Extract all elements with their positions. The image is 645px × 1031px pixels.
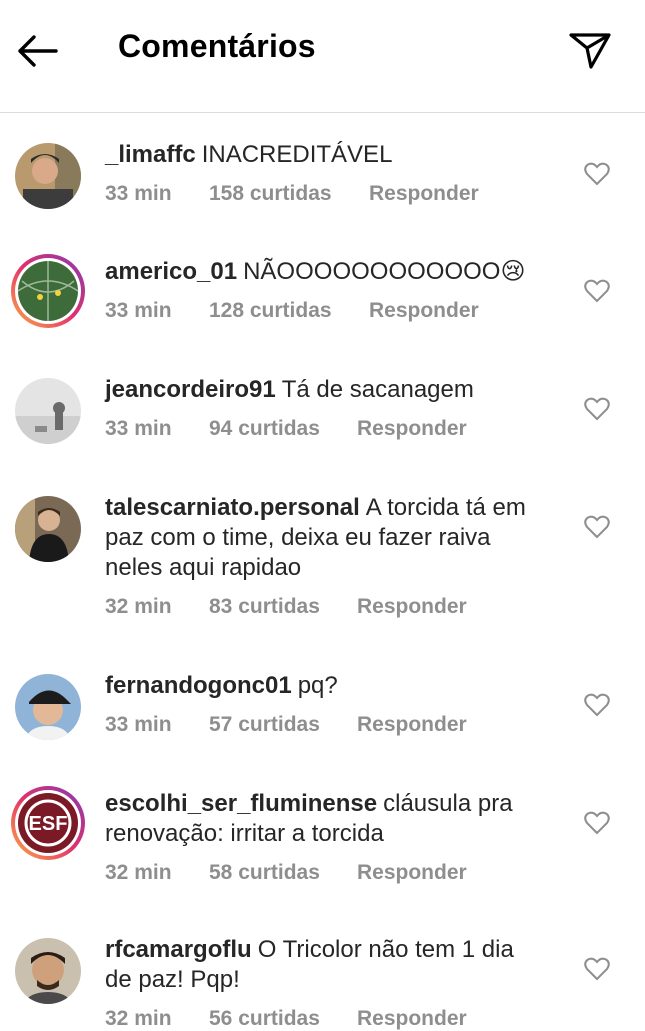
heart-icon[interactable] bbox=[584, 279, 610, 303]
comment-text: escolhi_ser_fluminense cláusula pra renov… bbox=[105, 789, 545, 849]
comment-text: americo_01 NÃOOOOOOOOOOOO😢 bbox=[105, 257, 545, 287]
reply-button[interactable]: Responder bbox=[369, 182, 479, 206]
comment-time: 33 min bbox=[105, 417, 172, 440]
like-count[interactable]: 158 curtidas bbox=[209, 182, 369, 206]
arrow-left-icon[interactable] bbox=[14, 28, 60, 74]
reply-button[interactable]: Responder bbox=[357, 417, 467, 441]
reply-button[interactable]: Responder bbox=[369, 299, 479, 323]
avatar[interactable] bbox=[15, 496, 81, 562]
comment-username[interactable]: talescarniato.personal bbox=[105, 494, 360, 521]
reply-button[interactable]: Responder bbox=[357, 713, 467, 737]
comment-username[interactable]: escolhi_ser_fluminense bbox=[105, 790, 377, 817]
heart-icon[interactable] bbox=[584, 811, 610, 835]
comment-text: fernandogonc01 pq? bbox=[105, 671, 545, 701]
heart-icon[interactable] bbox=[584, 515, 610, 539]
logo-text: ESF bbox=[29, 813, 68, 835]
comment-username[interactable]: rfcamargoflu bbox=[105, 936, 252, 963]
comment-meta: 32 min 83 curtidas Responder bbox=[105, 595, 467, 619]
reply-button[interactable]: Responder bbox=[357, 861, 467, 885]
comment-text: _limaffc INACREDITÁVEL bbox=[105, 140, 545, 170]
avatar[interactable] bbox=[10, 253, 86, 329]
comment-meta: 33 min 94 curtidas Responder bbox=[105, 417, 467, 441]
comment-username[interactable]: americo_01 bbox=[105, 258, 237, 285]
paper-plane-icon[interactable] bbox=[566, 26, 614, 74]
avatar[interactable] bbox=[15, 378, 81, 444]
reply-button[interactable]: Responder bbox=[357, 1007, 467, 1031]
comment-meta: 33 min 57 curtidas Responder bbox=[105, 713, 467, 737]
heart-icon[interactable] bbox=[584, 397, 610, 421]
comment-text: talescarniato.personal A torcida tá em pa… bbox=[105, 493, 545, 583]
comment-body: Tá de sacanagem bbox=[281, 376, 474, 403]
reply-button[interactable]: Responder bbox=[357, 595, 467, 619]
comment-time: 32 min bbox=[105, 861, 172, 884]
comment-body: INACREDITÁVEL bbox=[201, 141, 393, 168]
comment-text: jeancordeiro91 Tá de sacanagem bbox=[105, 375, 545, 405]
like-count[interactable]: 58 curtidas bbox=[209, 861, 357, 885]
comment-time: 33 min bbox=[105, 713, 172, 736]
comment-meta: 32 min 56 curtidas Responder bbox=[105, 1007, 467, 1031]
comment-time: 32 min bbox=[105, 1007, 172, 1030]
like-count[interactable]: 128 curtidas bbox=[209, 299, 369, 323]
comment-body: NÃOOOOOOOOOOOO😢 bbox=[243, 258, 526, 285]
like-count[interactable]: 83 curtidas bbox=[209, 595, 357, 619]
like-count[interactable]: 57 curtidas bbox=[209, 713, 357, 737]
top-bar: Comentários bbox=[0, 0, 645, 113]
comment-time: 33 min bbox=[105, 299, 172, 322]
comment-username[interactable]: jeancordeiro91 bbox=[105, 376, 276, 403]
comment-body: pq? bbox=[297, 672, 338, 699]
comment-time: 33 min bbox=[105, 182, 172, 205]
comment-meta: 33 min 158 curtidas Responder bbox=[105, 182, 479, 206]
avatar[interactable]: ESF bbox=[10, 785, 86, 861]
comment-text: rfcamargoflu O Tricolor não tem 1 dia de … bbox=[105, 935, 545, 995]
avatar[interactable] bbox=[15, 674, 81, 740]
heart-icon[interactable] bbox=[584, 957, 610, 981]
comment-meta: 33 min 128 curtidas Responder bbox=[105, 299, 479, 323]
comment-username[interactable]: fernandogonc01 bbox=[105, 672, 292, 699]
comment-time: 32 min bbox=[105, 595, 172, 618]
like-count[interactable]: 56 curtidas bbox=[209, 1007, 357, 1031]
comment-username[interactable]: _limaffc bbox=[105, 141, 196, 168]
comment-meta: 32 min 58 curtidas Responder bbox=[105, 861, 467, 885]
avatar[interactable] bbox=[15, 143, 81, 209]
avatar[interactable] bbox=[15, 938, 81, 1004]
heart-icon[interactable] bbox=[584, 693, 610, 717]
page-title: Comentários bbox=[118, 28, 316, 64]
heart-icon[interactable] bbox=[584, 162, 610, 186]
like-count[interactable]: 94 curtidas bbox=[209, 417, 357, 441]
